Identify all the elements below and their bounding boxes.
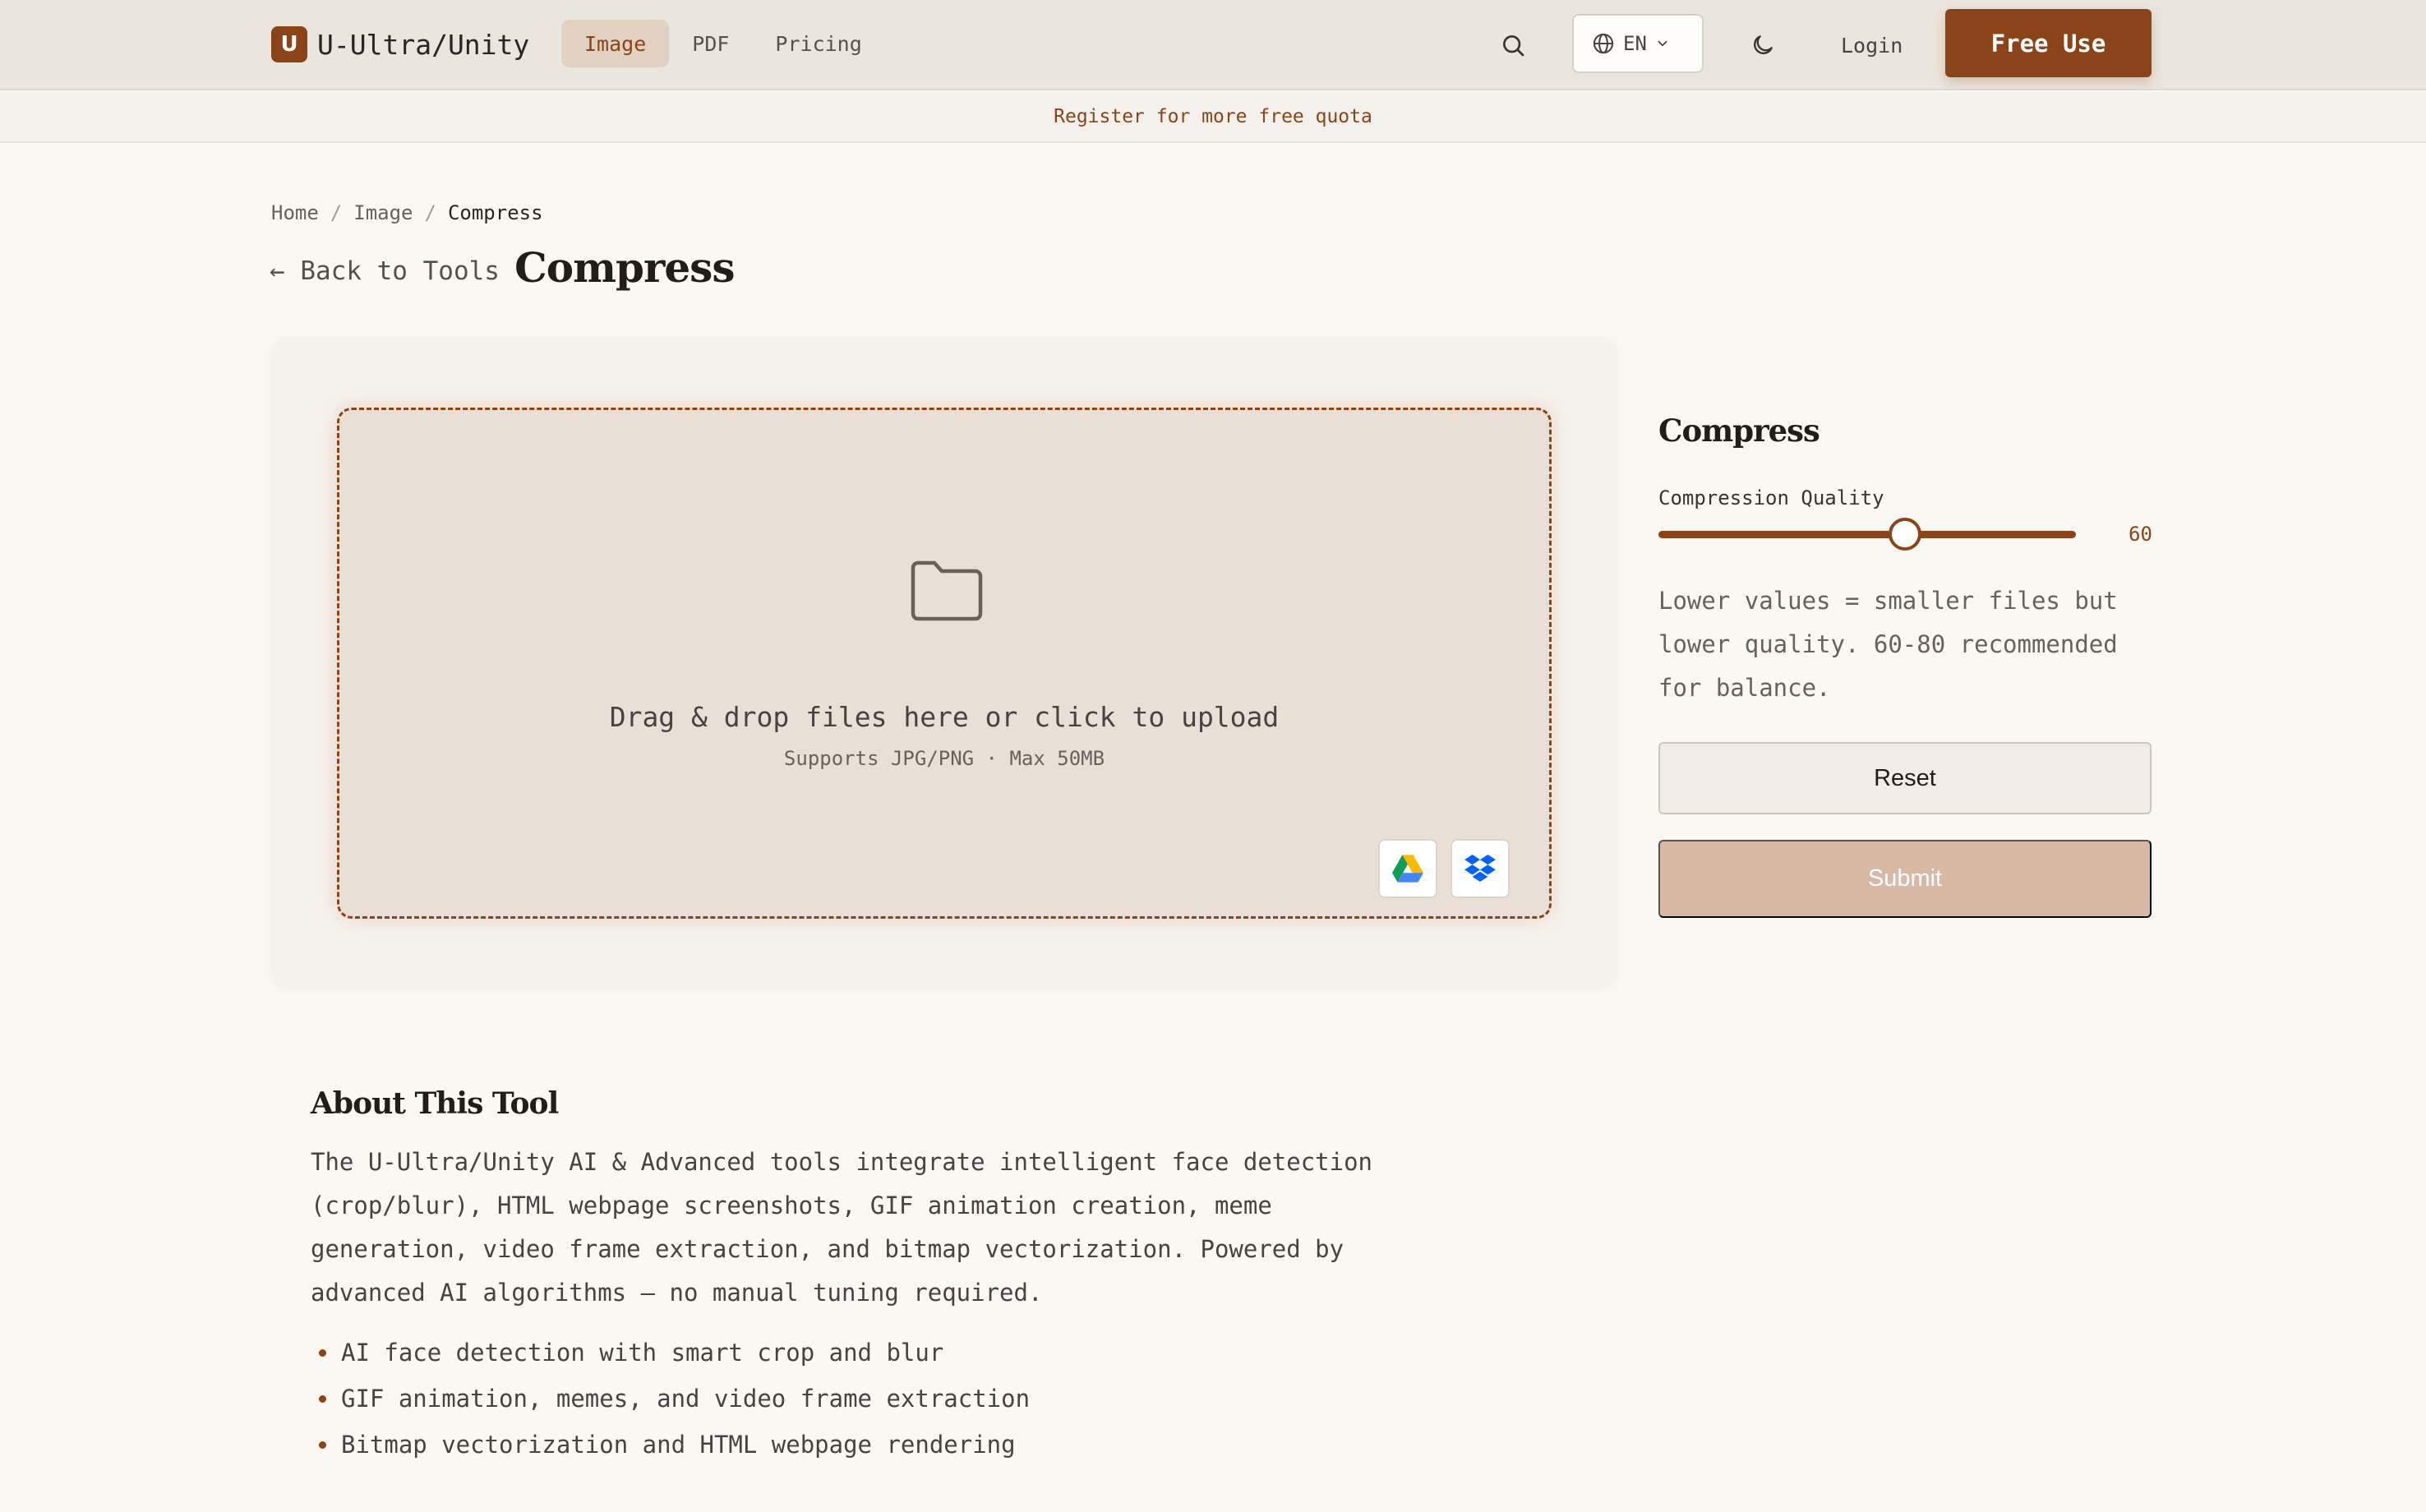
free-use-button[interactable]: Free Use: [1945, 9, 2152, 77]
compression-hint: Lower values = smaller files but lower q…: [1658, 587, 2118, 702]
theme-toggle-button[interactable]: [1742, 25, 1783, 66]
slider-thumb[interactable]: [1888, 518, 1921, 551]
breadcrumb: Home / Image / Compress: [271, 201, 543, 224]
slider-track[interactable]: [1658, 531, 2076, 538]
feature-list: AI face detection with smart crop and bl…: [319, 1330, 1030, 1468]
chevron-down-icon: [1658, 40, 1667, 47]
upload-card: Drag & drop files here or click to uploa…: [271, 337, 1617, 988]
list-item: AI face detection with smart crop and bl…: [319, 1330, 1030, 1376]
google-drive-button[interactable]: [1378, 839, 1437, 898]
feature-text: Bitmap vectorization and HTML webpage re…: [341, 1431, 1016, 1459]
compression-quality-label: Compression Quality: [1658, 486, 1884, 509]
about-description: The U-Ultra/Unity AI & Advanced tools in…: [311, 1148, 1373, 1307]
bullet-icon: [319, 1394, 326, 1403]
brand-name: U-Ultra/Unity: [317, 28, 530, 61]
compression-quality-slider[interactable]: [1658, 518, 2076, 551]
breadcrumb-home[interactable]: Home: [271, 201, 319, 224]
file-dropzone[interactable]: Drag & drop files here or click to uploa…: [337, 408, 1552, 919]
language-label: EN: [1623, 32, 1647, 55]
breadcrumb-image[interactable]: Image: [353, 201, 413, 224]
nav-item-image[interactable]: Image: [561, 20, 670, 67]
moon-icon: [1754, 35, 1773, 54]
globe-icon: [1593, 33, 1614, 54]
submit-button[interactable]: Submit: [1658, 840, 2152, 918]
compression-quality-value: 60: [2129, 523, 2152, 546]
top-navigation-bar: U U-Ultra/Unity Image PDF Pricing EN Log…: [0, 0, 2426, 90]
login-link[interactable]: Login: [1841, 25, 1903, 66]
dropbox-icon: [1464, 855, 1496, 883]
brand-logo: U: [271, 26, 307, 62]
promo-banner[interactable]: Register for more free quota: [0, 92, 2426, 143]
dropzone-title: Drag & drop files here or click to uploa…: [609, 701, 1280, 733]
main-nav: Image PDF Pricing: [561, 20, 885, 67]
search-icon: [1503, 35, 1524, 57]
list-item: GIF animation, memes, and video frame ex…: [319, 1376, 1030, 1422]
reset-button[interactable]: Reset: [1658, 742, 2152, 814]
nav-item-pricing[interactable]: Pricing: [752, 20, 884, 67]
dropbox-button[interactable]: [1451, 839, 1510, 898]
breadcrumb-current: Compress: [447, 201, 543, 224]
bullet-icon: [319, 1348, 326, 1357]
folder-icon: [911, 560, 983, 621]
back-to-tools-link[interactable]: ← Back to Tools: [270, 256, 500, 286]
search-button[interactable]: [1492, 25, 1534, 66]
breadcrumb-separator: /: [330, 201, 343, 224]
language-selector[interactable]: EN: [1572, 14, 1704, 73]
brand-link[interactable]: U U-Ultra/Unity: [271, 25, 529, 63]
bullet-icon: [319, 1441, 326, 1449]
feature-text: AI face detection with smart crop and bl…: [341, 1339, 944, 1367]
settings-title: Compress: [1658, 413, 1820, 449]
nav-item-pdf[interactable]: PDF: [669, 20, 752, 67]
breadcrumb-separator: /: [424, 201, 436, 224]
dropzone-subtitle: Supports JPG/PNG · Max 50MB: [783, 747, 1105, 770]
list-item: Bitmap vectorization and HTML webpage re…: [319, 1422, 1030, 1468]
page-title: Compress: [514, 243, 735, 292]
feature-text: GIF animation, memes, and video frame ex…: [341, 1385, 1031, 1413]
google-drive-icon: [1392, 855, 1423, 883]
about-title: About This Tool: [311, 1086, 559, 1121]
